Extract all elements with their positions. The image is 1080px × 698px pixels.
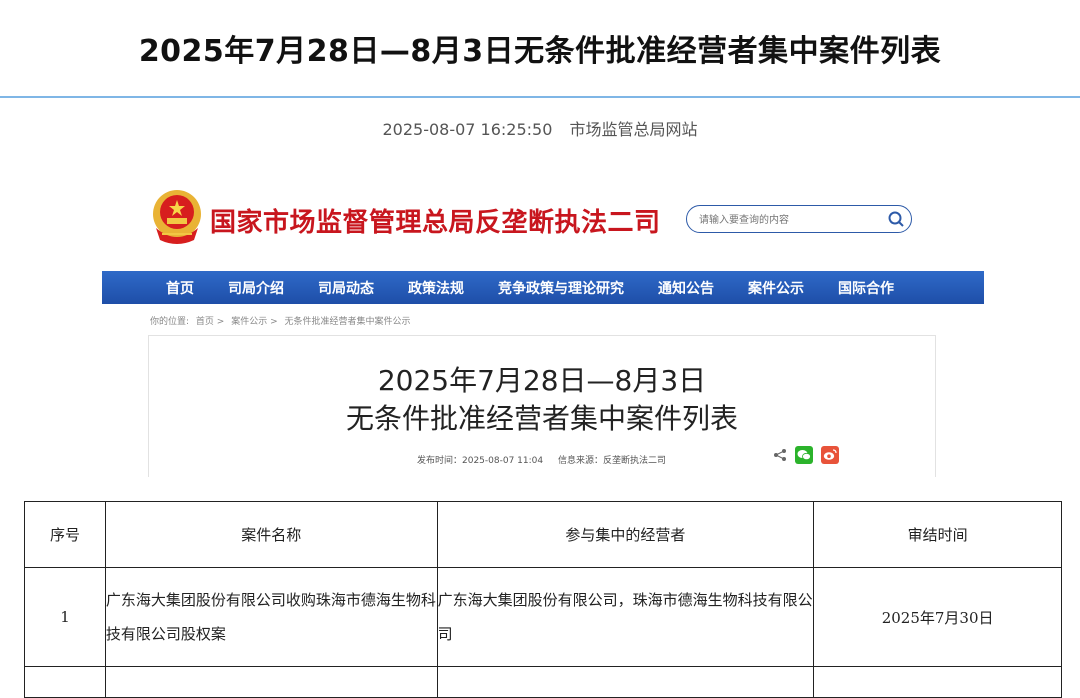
table-row: 1 广东海大集团股份有限公司收购珠海市德海生物科技有限公司股权案 广东海大集团股… xyxy=(24,567,1062,667)
table-header-row: 序号 案件名称 参与集中的经营者 审结时间 xyxy=(24,501,1062,568)
wechat-icon[interactable] xyxy=(795,446,813,464)
article-header: 2025年7月28日—8月3日 无条件批准经营者集中案件列表 发布时间：2025… xyxy=(148,335,936,477)
search-input[interactable] xyxy=(697,210,881,230)
share-icon[interactable] xyxy=(773,448,787,462)
article-title-line2: 无条件批准经营者集中案件列表 xyxy=(345,402,738,435)
site-search[interactable] xyxy=(686,205,912,233)
nav-research[interactable]: 竞争政策与理论研究 xyxy=(498,278,624,298)
share-bar xyxy=(773,446,839,464)
publish-meta: 2025-08-07 16:25:50 市场监管总局网站 xyxy=(0,116,1080,140)
site-name: 国家市场监督管理总局反垄断执法二司 xyxy=(210,208,661,238)
article-title-line1: 2025年7月28日—8月3日 xyxy=(377,364,707,397)
main-nav: 首页 司局介绍 司局动态 政策法规 竞争政策与理论研究 通知公告 案件公示 国际… xyxy=(102,271,984,304)
page-title: 2025年7月28日—8月3日无条件批准经营者集中案件列表 xyxy=(138,34,942,69)
breadcrumb-home[interactable]: 首页 > xyxy=(196,317,224,327)
table-row xyxy=(24,666,1062,698)
breadcrumb-current[interactable]: 无条件批准经营者集中案件公示 xyxy=(284,317,410,327)
header-date: 审结时间 xyxy=(813,501,1062,568)
breadcrumb-prefix: 你的位置: xyxy=(150,317,190,327)
row-parties: 广东海大集团股份有限公司，珠海市德海生物科技有限公司 xyxy=(436,567,815,667)
search-icon[interactable] xyxy=(887,210,905,228)
header-index: 序号 xyxy=(24,501,106,568)
source-label: 市场监管总局网站 xyxy=(569,120,698,139)
weibo-icon[interactable] xyxy=(821,446,839,464)
breadcrumb-cases[interactable]: 案件公示 > xyxy=(231,317,277,327)
article-meta: 发布时间：2025-08-07 11:04 信息来源：反垄断执法二司 xyxy=(417,453,678,466)
nav-home[interactable]: 首页 xyxy=(166,278,194,298)
nav-news[interactable]: 司局动态 xyxy=(318,278,374,298)
breadcrumb: 你的位置: 首页 > 案件公示 > 无条件批准经营者集中案件公示 xyxy=(150,314,415,327)
nav-cases[interactable]: 案件公示 xyxy=(748,278,804,298)
article-info-source: 信息来源：反垄断执法二司 xyxy=(557,456,666,466)
nav-notices[interactable]: 通知公告 xyxy=(658,278,714,298)
publish-datetime: 2025-08-07 16:25:50 xyxy=(382,120,553,139)
nav-international[interactable]: 国际合作 xyxy=(838,278,894,298)
article-title: 2025年7月28日—8月3日 无条件批准经营者集中案件列表 xyxy=(149,362,935,438)
page-header: 2025年7月28日—8月3日无条件批准经营者集中案件列表 xyxy=(0,0,1080,98)
row-case-name: 广东海大集团股份有限公司收购珠海市德海生物科技有限公司股权案 xyxy=(104,567,438,667)
header-case-name: 案件名称 xyxy=(104,501,438,568)
article-publish-time: 发布时间：2025-08-07 11:04 xyxy=(417,456,544,466)
nav-about[interactable]: 司局介绍 xyxy=(228,278,284,298)
header-parties: 参与集中的经营者 xyxy=(436,501,815,568)
national-emblem-icon xyxy=(153,190,201,244)
case-table: 序号 案件名称 参与集中的经营者 审结时间 1 广东海大集团股份有限公司收购珠海… xyxy=(24,501,1062,698)
site-header: 国家市场监督管理总局反垄断执法二司 xyxy=(150,188,920,252)
row-index: 1 xyxy=(24,567,106,667)
nav-policy[interactable]: 政策法规 xyxy=(408,278,464,298)
row-date: 2025年7月30日 xyxy=(813,567,1062,667)
